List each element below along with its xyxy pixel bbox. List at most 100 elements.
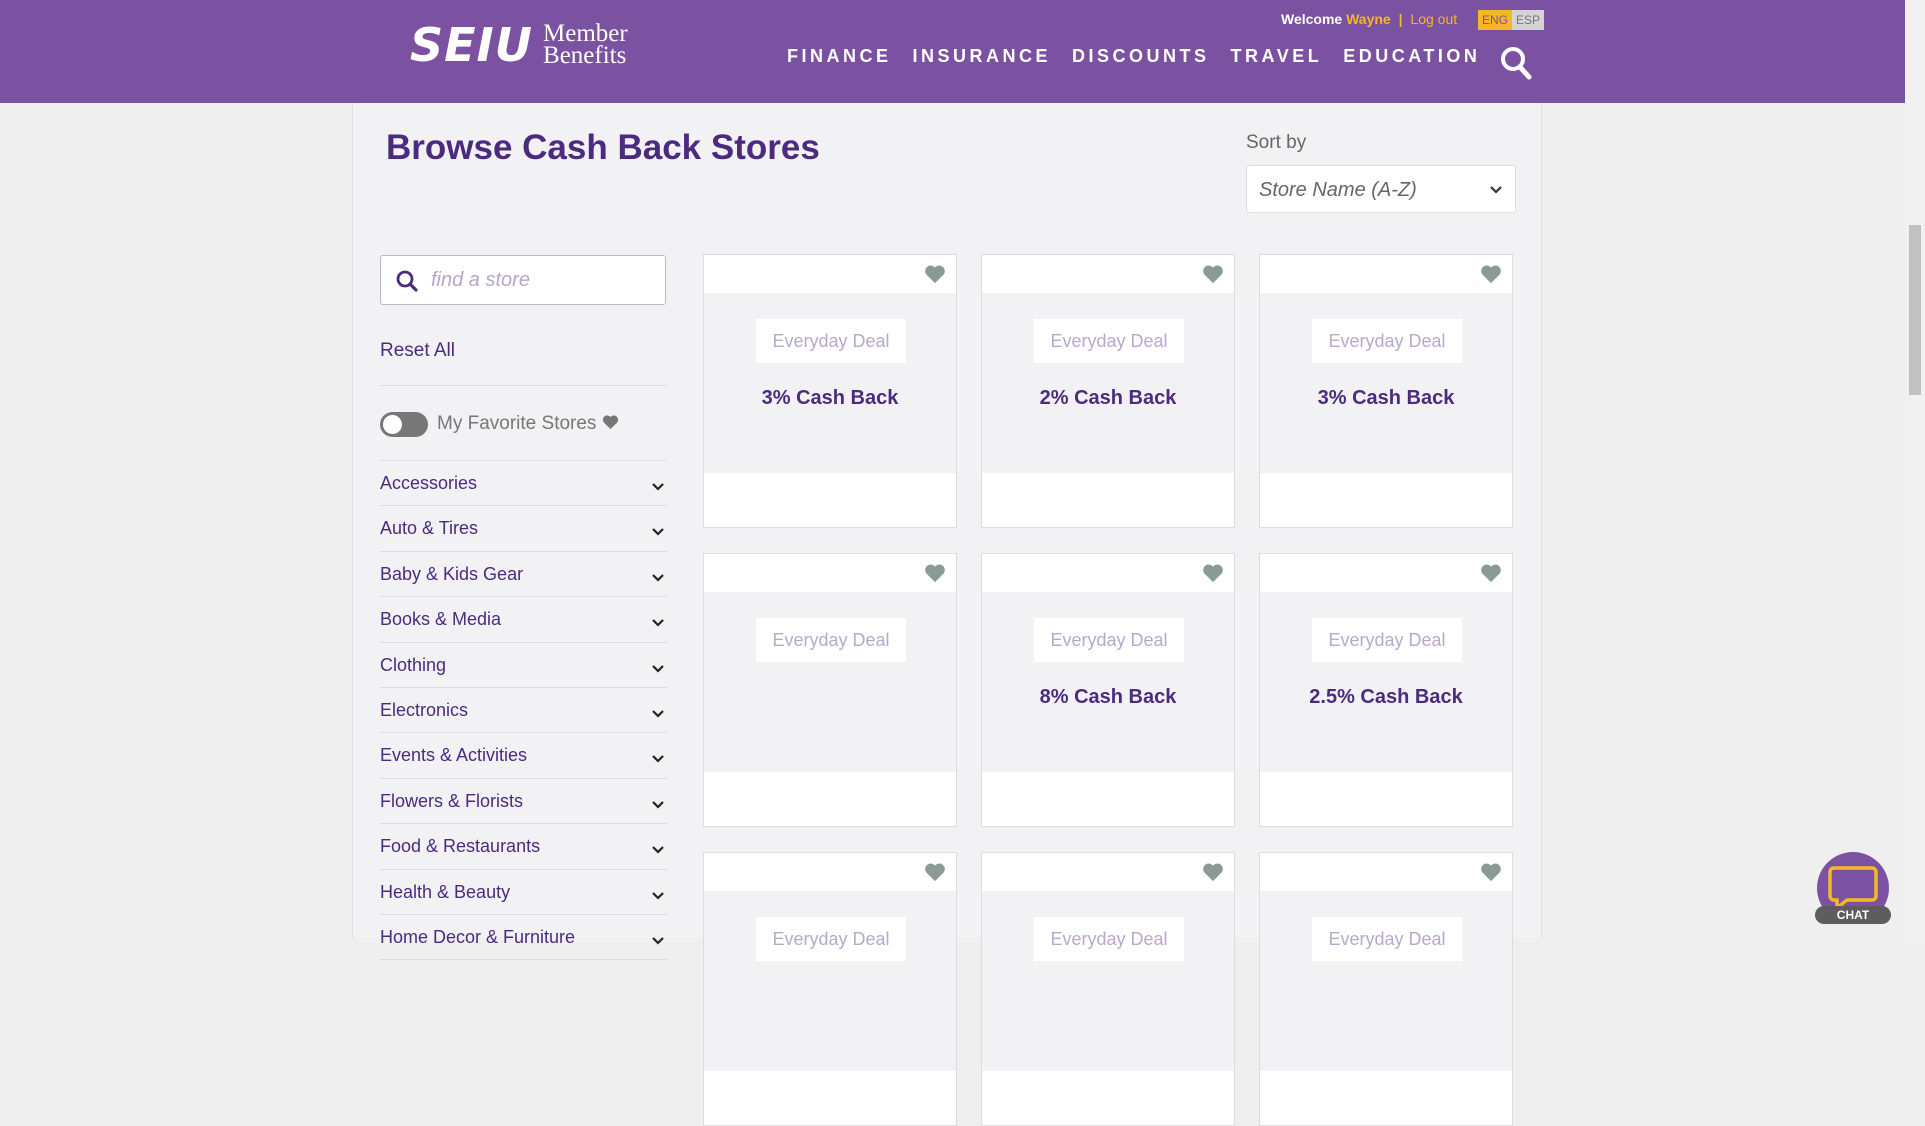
- divider: [380, 385, 666, 386]
- toggle-knob: [383, 415, 402, 434]
- user-name: Wayne: [1346, 11, 1391, 27]
- heart-icon: [602, 413, 619, 434]
- category-electronics[interactable]: Electronics: [380, 688, 667, 734]
- store-card[interactable]: Everyday Deal 3% Cash Back: [1259, 254, 1513, 528]
- favorite-heart-icon[interactable]: [924, 563, 946, 588]
- favorites-label: My Favorite Stores: [437, 413, 597, 434]
- card-body: Everyday Deal 3% Cash Back: [704, 293, 956, 473]
- favorite-heart-icon[interactable]: [1480, 862, 1502, 887]
- deal-badge: Everyday Deal: [1312, 618, 1462, 662]
- store-card[interactable]: Everyday Deal 8% Cash Back: [981, 553, 1235, 827]
- store-card[interactable]: Everyday Deal: [1259, 852, 1513, 1126]
- sort-select[interactable]: Store Name (A-Z): [1246, 165, 1516, 213]
- chevron-down-icon: [651, 797, 665, 815]
- scrollbar-thumb[interactable]: [1909, 225, 1921, 395]
- category-list: Accessories Auto & Tires Baby & Kids Gea…: [380, 461, 667, 961]
- chat-label: CHAT: [1815, 906, 1891, 924]
- category-baby-kids-gear[interactable]: Baby & Kids Gear: [380, 552, 667, 598]
- store-card[interactable]: Everyday Deal: [981, 852, 1235, 1126]
- page-scrollbar[interactable]: [1905, 0, 1925, 938]
- favorite-heart-icon[interactable]: [1480, 563, 1502, 588]
- store-card[interactable]: Everyday Deal: [703, 553, 957, 827]
- nav-education[interactable]: EDUCATION: [1343, 46, 1480, 67]
- chevron-down-icon: [651, 751, 665, 769]
- chevron-down-icon: [1489, 182, 1503, 200]
- store-card[interactable]: Everyday Deal 2% Cash Back: [981, 254, 1235, 528]
- language-switch: ENG ESP: [1478, 10, 1545, 30]
- logo-seiu-text: SEIU: [410, 18, 534, 72]
- favorite-heart-icon[interactable]: [1202, 563, 1224, 588]
- store-card[interactable]: Everyday Deal 3% Cash Back: [703, 254, 957, 528]
- cash-back-rate: 2% Cash Back: [1039, 387, 1177, 409]
- category-label: Baby & Kids Gear: [380, 563, 524, 584]
- reset-all-button[interactable]: Reset All: [380, 340, 455, 362]
- category-health-beauty[interactable]: Health & Beauty: [380, 870, 667, 915]
- category-flowers-florists[interactable]: Flowers & Florists: [380, 779, 667, 825]
- chevron-down-icon: [651, 706, 665, 724]
- lang-eng-button[interactable]: ENG: [1478, 10, 1513, 30]
- store-card[interactable]: Everyday Deal: [703, 852, 957, 1126]
- cash-back-rate: 8% Cash Back: [1039, 686, 1177, 708]
- deal-badge: Everyday Deal: [1312, 319, 1462, 363]
- favorites-label-group: My Favorite Stores: [437, 413, 619, 435]
- category-food-restaurants[interactable]: Food & Restaurants: [380, 824, 667, 870]
- chevron-down-icon: [651, 661, 665, 679]
- card-body: Everyday Deal: [704, 592, 956, 772]
- nav-finance[interactable]: FINANCE: [787, 46, 892, 67]
- deal-badge: Everyday Deal: [1034, 319, 1184, 363]
- category-books-media[interactable]: Books & Media: [380, 597, 667, 643]
- logout-link[interactable]: Log out: [1410, 11, 1457, 27]
- category-events-activities[interactable]: Events & Activities: [380, 733, 667, 779]
- deal-badge: Everyday Deal: [756, 917, 906, 961]
- favorite-heart-icon[interactable]: [924, 264, 946, 289]
- deal-badge: Everyday Deal: [1312, 917, 1462, 961]
- nav-discounts[interactable]: DISCOUNTS: [1072, 46, 1210, 67]
- favorite-heart-icon[interactable]: [1202, 264, 1224, 289]
- store-search-input[interactable]: find a store: [380, 255, 666, 305]
- category-label: Auto & Tires: [380, 518, 479, 539]
- category-accessories[interactable]: Accessories: [380, 461, 667, 507]
- favorite-heart-icon[interactable]: [1202, 862, 1224, 887]
- category-clothing[interactable]: Clothing: [380, 643, 667, 688]
- nav-insurance[interactable]: INSURANCE: [913, 46, 1052, 67]
- category-label: Books & Media: [380, 609, 502, 630]
- category-label: Home Decor & Furniture: [380, 926, 576, 947]
- welcome-label: Welcome: [1281, 11, 1343, 27]
- welcome-bar: Welcome Wayne | Log out: [1281, 11, 1457, 27]
- page-title: Browse Cash Back Stores: [386, 128, 820, 167]
- deal-badge: Everyday Deal: [1034, 618, 1184, 662]
- chevron-down-icon: [651, 479, 665, 497]
- header-search-icon[interactable]: [1500, 46, 1532, 80]
- card-body: Everyday Deal: [1260, 891, 1512, 1071]
- cash-back-rate: 3% Cash Back: [1317, 387, 1455, 409]
- nav-travel[interactable]: TRAVEL: [1231, 46, 1323, 67]
- chevron-down-icon: [651, 842, 665, 860]
- chevron-down-icon: [651, 933, 665, 951]
- deal-badge: Everyday Deal: [756, 319, 906, 363]
- search-icon: [395, 269, 419, 298]
- site-header: SEIU Member Benefits Welcome Wayne | Log…: [0, 0, 1905, 103]
- category-auto-tires[interactable]: Auto & Tires: [380, 506, 667, 552]
- category-label: Health & Beauty: [380, 881, 511, 902]
- chat-button[interactable]: CHAT: [1815, 852, 1891, 924]
- category-label: Flowers & Florists: [380, 790, 524, 811]
- cash-back-rate: 2.5% Cash Back: [1309, 686, 1463, 708]
- sort-value: Store Name (A-Z): [1259, 179, 1417, 201]
- category-label: Accessories: [380, 473, 478, 493]
- favorites-toggle[interactable]: [380, 412, 428, 437]
- deal-badge: Everyday Deal: [756, 618, 906, 662]
- cash-back-rate: 3% Cash Back: [761, 387, 899, 409]
- sort-label: Sort by: [1246, 132, 1307, 153]
- favorite-heart-icon[interactable]: [924, 862, 946, 887]
- main-nav: FINANCE INSURANCE DISCOUNTS TRAVEL EDUCA…: [787, 46, 1501, 67]
- favorite-heart-icon[interactable]: [1480, 264, 1502, 289]
- chevron-down-icon: [651, 615, 665, 633]
- category-label: Electronics: [380, 699, 469, 720]
- lang-esp-button[interactable]: ESP: [1512, 10, 1545, 30]
- card-body: Everyday Deal 2.5% Cash Back: [1260, 592, 1512, 772]
- card-body: Everyday Deal 3% Cash Back: [1260, 293, 1512, 473]
- store-card[interactable]: Everyday Deal 2.5% Cash Back: [1259, 553, 1513, 827]
- category-label: Events & Activities: [380, 745, 528, 766]
- deal-badge: Everyday Deal: [1034, 917, 1184, 961]
- seiu-logo[interactable]: SEIU Member Benefits: [410, 18, 628, 72]
